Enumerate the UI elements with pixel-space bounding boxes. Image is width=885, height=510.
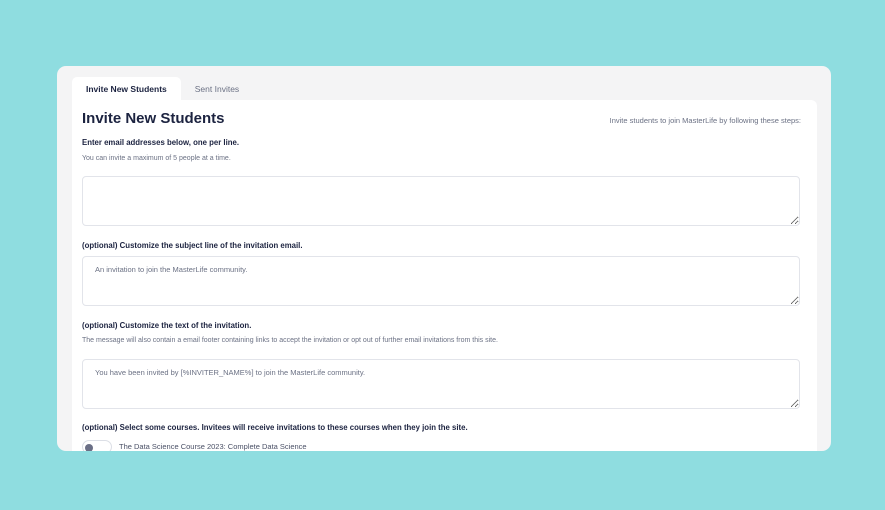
- email-addresses-input[interactable]: [82, 176, 800, 226]
- courses-label: (optional) Select some courses. Invitees…: [82, 423, 468, 432]
- page-title: Invite New Students: [82, 110, 225, 127]
- tab-sent-invites[interactable]: Sent Invites: [181, 77, 253, 101]
- tab-bar: Invite New Students Sent Invites: [72, 77, 253, 101]
- tab-invite-new-students[interactable]: Invite New Students: [72, 77, 181, 101]
- invite-form-panel: Invite New Students Invite students to j…: [72, 100, 817, 451]
- message-field-help: The message will also contain a email fo…: [82, 337, 498, 344]
- steps-hint: Invite students to join MasterLife by fo…: [609, 116, 801, 125]
- invite-window: Invite New Students Sent Invites Invite …: [57, 66, 831, 451]
- toggle-knob: [85, 443, 93, 451]
- course-name: The Data Science Course 2023: Complete D…: [119, 442, 307, 451]
- email-field-help: You can invite a maximum of 5 people at …: [82, 155, 231, 162]
- message-field-label: (optional) Customize the text of the inv…: [82, 321, 252, 330]
- subject-line-input[interactable]: [82, 256, 800, 306]
- subject-field-label: (optional) Customize the subject line of…: [82, 241, 303, 250]
- email-field-label: Enter email addresses below, one per lin…: [82, 138, 240, 147]
- invitation-text-input[interactable]: [82, 359, 800, 409]
- course-toggle[interactable]: [82, 440, 112, 451]
